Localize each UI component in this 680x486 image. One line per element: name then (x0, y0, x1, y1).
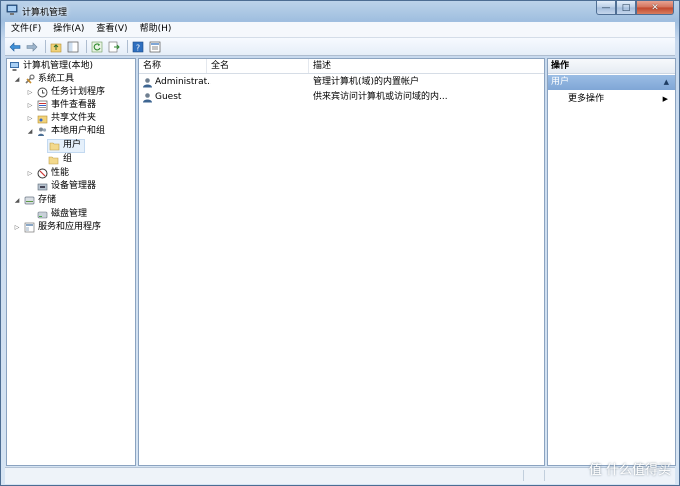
tree-label: 服务和应用程序 (38, 222, 102, 232)
back-arrow-icon (9, 41, 21, 52)
refresh-button[interactable] (90, 40, 104, 54)
title-bar[interactable]: 计算机管理 — □ ✕ (1, 1, 679, 20)
system-tools-icon (25, 74, 35, 84)
collapsed-arrow-icon[interactable]: ▷ (26, 112, 34, 125)
actions-header: 操作 (548, 59, 675, 74)
show-hide-tree-icon (67, 41, 79, 52)
svg-text:?: ? (136, 43, 140, 52)
tree-label: 性能 (51, 168, 70, 178)
close-button[interactable]: ✕ (636, 1, 674, 15)
tree-label: 磁盘管理 (51, 209, 88, 219)
export-list-button[interactable] (107, 40, 121, 54)
folder-icon (49, 142, 60, 151)
up-one-level-button[interactable] (49, 40, 63, 54)
device-manager-icon (37, 183, 48, 191)
forward-button[interactable] (25, 40, 39, 54)
toolbar-separator (127, 40, 128, 53)
menu-bar: 文件(F) 操作(A) 查看(V) 帮助(H) (5, 22, 675, 38)
computer-management-icon (6, 4, 18, 15)
toolbar-separator (45, 40, 46, 53)
column-header-name[interactable]: 名称 (139, 59, 207, 73)
properties-icon (149, 41, 161, 52)
collapsed-arrow-icon[interactable]: ▷ (13, 221, 21, 234)
show-hide-tree-button[interactable] (66, 40, 80, 54)
user-name: Administrat... (155, 77, 211, 87)
shared-folder-icon (37, 115, 48, 124)
status-cell (5, 470, 524, 481)
properties-button[interactable] (148, 40, 162, 54)
actions-section-label: 用户 (551, 77, 570, 87)
minimize-button[interactable]: — (596, 1, 616, 15)
maximize-button[interactable]: □ (616, 1, 636, 15)
expanded-arrow-icon[interactable]: ◢ (13, 194, 21, 207)
menu-view[interactable]: 查看(V) (90, 22, 133, 37)
status-cell (524, 470, 545, 481)
storage-icon (24, 196, 35, 205)
users-groups-icon (38, 127, 47, 136)
menu-help[interactable]: 帮助(H) (134, 22, 178, 37)
column-header-fullname[interactable]: 全名 (207, 59, 309, 73)
expanded-arrow-icon[interactable]: ◢ (13, 73, 21, 86)
user-icon (143, 78, 152, 88)
actions-section-users[interactable]: 用户 ▲ (548, 75, 675, 90)
help-button[interactable]: ? (131, 40, 145, 54)
user-description: 管理计算机(域)的内置帐户 (313, 77, 420, 87)
tree-label: 用户 (63, 140, 82, 150)
table-row[interactable]: Guest 供来宾访问计算机或访问域的内... (139, 90, 544, 105)
clock-icon (37, 87, 48, 98)
tree-label: 存储 (38, 195, 57, 205)
folder-icon (48, 156, 59, 165)
tree-item-users[interactable]: 用户 (47, 139, 85, 153)
refresh-icon (91, 41, 103, 52)
list-header: 名称 全名 描述 (139, 59, 544, 74)
menu-action[interactable]: 操作(A) (47, 22, 90, 37)
window-title: 计算机管理 (22, 8, 68, 18)
table-row[interactable]: Administrat... 管理计算机(域)的内置帐户 (139, 75, 544, 90)
status-bar (5, 467, 675, 484)
tree-label: 设备管理器 (51, 181, 97, 191)
tree-label: 共享文件夹 (51, 113, 97, 123)
user-icon (143, 93, 152, 103)
collapsed-arrow-icon[interactable]: ▷ (26, 99, 34, 112)
close-icon: ✕ (651, 3, 659, 13)
performance-icon (37, 168, 48, 179)
tree-label: 组 (63, 154, 73, 164)
export-list-icon (108, 41, 120, 52)
minimize-icon: — (601, 3, 611, 13)
computer-management-icon (10, 62, 19, 71)
actions-pane: 操作 用户 ▲ 更多操作 ▶ (547, 58, 676, 466)
services-apps-icon (24, 222, 35, 233)
tree-label: 任务计划程序 (51, 87, 106, 97)
up-folder-icon (50, 43, 62, 52)
tree-label: 本地用户和组 (51, 126, 106, 136)
console-tree-pane[interactable]: 计算机管理(本地) ◢ 系统工具 ▷ 任务计划程序 ▷ 事件查看器 ▷ 共享文件… (6, 58, 136, 466)
user-description: 供来宾访问计算机或访问域的内... (313, 92, 448, 102)
more-actions-item[interactable]: 更多操作 ▶ (568, 93, 672, 106)
more-actions-label: 更多操作 (568, 94, 605, 104)
details-list-pane[interactable]: 名称 全名 描述 Administrat... 管理计算机(域)的内置帐户 Gu… (138, 58, 545, 466)
collapsed-arrow-icon[interactable]: ▷ (26, 86, 34, 99)
toolbar: ? (5, 38, 675, 56)
watermark: 值 什么值得买 (588, 463, 671, 478)
maximize-icon: □ (621, 3, 631, 13)
submenu-arrow-icon: ▶ (662, 95, 668, 103)
menu-file[interactable]: 文件(F) (5, 22, 47, 37)
column-header-description[interactable]: 描述 (309, 59, 543, 73)
collapse-arrow-icon[interactable]: ▲ (664, 75, 669, 90)
help-icon: ? (132, 41, 144, 52)
disk-management-icon (37, 211, 48, 219)
expanded-arrow-icon[interactable]: ◢ (26, 125, 34, 138)
event-viewer-icon (37, 100, 48, 111)
tree-label: 系统工具 (38, 74, 75, 84)
collapsed-arrow-icon[interactable]: ▷ (26, 167, 34, 180)
forward-arrow-icon (26, 41, 38, 52)
user-name: Guest (155, 92, 182, 102)
computer-management-window: 计算机管理 — □ ✕ 文件(F) 操作(A) 查看(V) 帮助(H) ? 计算… (0, 0, 680, 486)
toolbar-separator (86, 40, 87, 53)
tree-label: 计算机管理(本地) (23, 61, 94, 71)
back-button[interactable] (8, 40, 22, 54)
tree-label: 事件查看器 (51, 100, 97, 110)
